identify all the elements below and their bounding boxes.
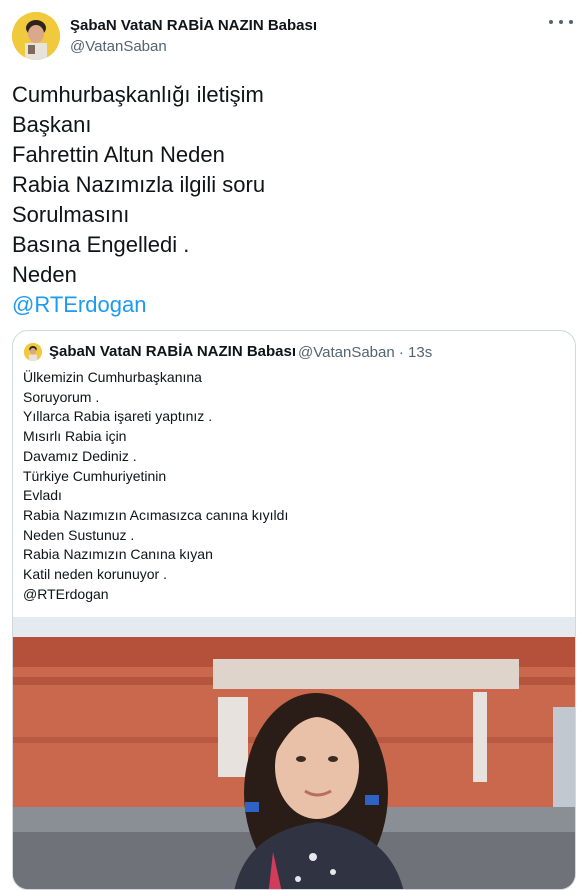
quoted-text-line: Evladı (23, 487, 62, 504)
tweet-text-line: Fahrettin Altun Neden (12, 142, 225, 167)
quoted-text-line: Soruyorum . (23, 388, 100, 405)
quoted-tweet[interactable]: ŞabaN VataN RABİA NAZIN Babası @VatanSab… (12, 330, 576, 890)
tweet-text-line: Cumhurbaşkanlığı iletişim (12, 82, 264, 107)
quoted-author-name: ŞabaN VataN RABİA NAZIN Babası (49, 343, 297, 360)
tweet-text-line: Sorulmasını (12, 202, 130, 227)
quoted-author-meta: @VatanSaban · 13s (298, 344, 433, 361)
quoted-text-line: @RTErdogan (23, 585, 109, 602)
quoted-text-line: Yıllarca Rabia işareti yaptınız . (23, 408, 213, 425)
quoted-text-line: Rabia Nazımızın Canına kıyan (23, 546, 213, 563)
tweet-text-line: Rabia Nazımızla ilgili soru (12, 172, 266, 197)
quoted-text-line: Katil neden korunuyor . (23, 566, 167, 583)
quoted-text-line: Mısırlı Rabia için (23, 428, 127, 445)
more-horizontal-icon[interactable] (549, 14, 573, 30)
tweet-text-line: Basına Engelledi . (12, 232, 190, 257)
quoted-text-line: Neden Sustunuz . (23, 526, 135, 543)
quoted-author-avatar (24, 343, 42, 361)
quoted-text-line: Rabia Nazımızın Acımasızca canına kıyıld… (23, 506, 289, 523)
author-avatar[interactable] (12, 12, 60, 60)
tweet-text-line: Başkanı (12, 112, 92, 137)
quoted-text-line: Türkiye Cumhuriyetinin (23, 467, 167, 484)
quoted-text-line: Davamız Dediniz . (23, 447, 137, 464)
tweet-text: Cumhurbaşkanlığı iletişim Başkanı Fahret… (12, 80, 572, 320)
quoted-tweet-text: Ülkemizin Cumhurbaşkanına Soruyorum . Yı… (23, 368, 563, 604)
tweet-text-line: Neden (12, 262, 77, 287)
tweet: ŞabaN VataN RABİA NAZIN Babası @VatanSab… (0, 0, 585, 890)
mention-link[interactable]: @RTErdogan (12, 290, 572, 320)
author-name[interactable]: ŞabaN VataN RABİA NAZIN Babası (70, 17, 317, 34)
quoted-tweet-photo[interactable] (13, 617, 575, 889)
author-handle[interactable]: @VatanSaban (70, 38, 167, 55)
quoted-text-line: Ülkemizin Cumhurbaşkanına (23, 369, 202, 385)
